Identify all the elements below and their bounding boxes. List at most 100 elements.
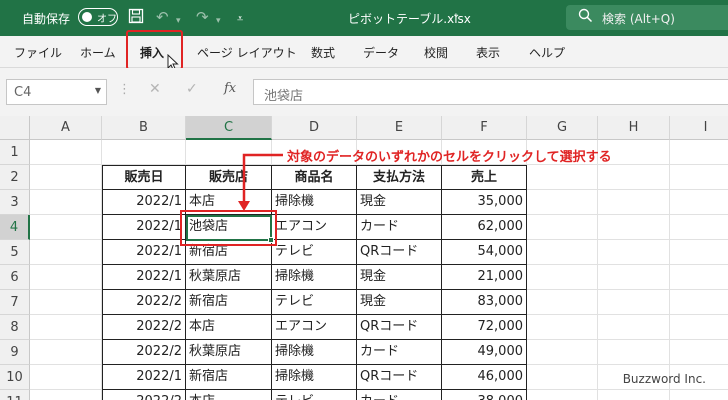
column-header-a[interactable]: A (30, 116, 102, 140)
cell-store[interactable]: 新宿店 (186, 365, 272, 390)
undo-icon[interactable]: ↶ (156, 8, 169, 26)
cell[interactable] (30, 290, 102, 315)
cell-product[interactable]: テレビ (272, 290, 357, 315)
cell-date[interactable]: 2022/2 (102, 315, 186, 340)
cell-store[interactable]: 池袋店 (186, 215, 272, 240)
column-header-e[interactable]: E (357, 116, 442, 140)
cell-date[interactable]: 2022/1 (102, 215, 186, 240)
cell[interactable] (527, 290, 598, 315)
cell[interactable] (670, 190, 728, 215)
cell-product[interactable]: エアコン (272, 215, 357, 240)
tab-page-layout[interactable]: ページ レイアウト (197, 44, 297, 61)
cell[interactable] (30, 140, 102, 165)
cell-product[interactable]: テレビ (272, 240, 357, 265)
table-header-sales[interactable]: 売上 (442, 165, 527, 190)
row-header[interactable]: 9 (0, 340, 30, 365)
cell[interactable] (527, 240, 598, 265)
row-header[interactable]: 10 (0, 365, 30, 390)
row-header[interactable]: 3 (0, 190, 30, 215)
cell-payment[interactable]: QRコード (357, 365, 442, 390)
cell[interactable] (670, 165, 728, 190)
cell-payment[interactable]: カード (357, 390, 442, 400)
cell-date[interactable]: 2022/2 (102, 390, 186, 400)
tab-help[interactable]: ヘルプ (529, 44, 565, 61)
cell-date[interactable]: 2022/1 (102, 190, 186, 215)
cell-store[interactable]: 新宿店 (186, 240, 272, 265)
cell-payment[interactable]: 現金 (357, 265, 442, 290)
cell-sales[interactable]: 38,000 (442, 390, 527, 400)
column-header-c[interactable]: C (186, 116, 272, 140)
row-header[interactable]: 6 (0, 265, 30, 290)
cell-store[interactable]: 本店 (186, 390, 272, 400)
chevron-down-icon[interactable]: ⌄ (452, 9, 460, 20)
cell-date[interactable]: 2022/1 (102, 265, 186, 290)
cancel-icon[interactable]: ✕ (149, 81, 161, 97)
column-header-b[interactable]: B (102, 116, 186, 140)
column-header-f[interactable]: F (442, 116, 527, 140)
cell[interactable] (527, 215, 598, 240)
tab-file[interactable]: ファイル (14, 44, 62, 61)
cell[interactable] (598, 290, 670, 315)
row-header[interactable]: 11 (0, 390, 30, 400)
cell[interactable] (527, 190, 598, 215)
cell-sales[interactable]: 72,000 (442, 315, 527, 340)
table-header-date[interactable]: 販売日 (102, 165, 186, 190)
cell-sales[interactable]: 21,000 (442, 265, 527, 290)
cell-product[interactable]: 掃除機 (272, 265, 357, 290)
cell[interactable] (670, 315, 728, 340)
select-all-corner[interactable] (0, 116, 30, 140)
row-header[interactable]: 7 (0, 290, 30, 315)
row-header-selected[interactable]: 4 (0, 215, 30, 240)
cell[interactable] (598, 240, 670, 265)
cell-date[interactable]: 2022/2 (102, 340, 186, 365)
cell[interactable] (527, 365, 598, 390)
cell-sales[interactable]: 54,000 (442, 240, 527, 265)
cell-payment[interactable]: カード (357, 215, 442, 240)
redo-icon[interactable]: ↷ (196, 8, 209, 26)
cell[interactable] (30, 240, 102, 265)
cell-payment[interactable]: 現金 (357, 190, 442, 215)
cell-payment[interactable]: 現金 (357, 290, 442, 315)
cell-product[interactable]: 掃除機 (272, 365, 357, 390)
more-options-icon[interactable]: ⋮ (118, 82, 131, 97)
tab-data[interactable]: データ (363, 44, 399, 61)
cell-store[interactable]: 秋葉原店 (186, 265, 272, 290)
cell-sales[interactable]: 49,000 (442, 340, 527, 365)
autosave-toggle[interactable]: オフ (78, 8, 118, 26)
row-header[interactable]: 1 (0, 140, 30, 165)
name-box[interactable]: C4 ▼ (6, 79, 107, 105)
cell-product[interactable]: 掃除機 (272, 190, 357, 215)
column-header-g[interactable]: G (527, 116, 598, 140)
cell[interactable] (30, 365, 102, 390)
cell[interactable] (30, 315, 102, 340)
cell[interactable] (527, 315, 598, 340)
cell[interactable] (527, 265, 598, 290)
row-header[interactable]: 2 (0, 165, 30, 190)
cell[interactable] (670, 390, 728, 400)
cell[interactable] (598, 315, 670, 340)
undo-dropdown-icon[interactable]: ▾ (176, 12, 181, 30)
cell[interactable] (598, 265, 670, 290)
cell-payment[interactable]: QRコード (357, 240, 442, 265)
cell-product[interactable]: テレビ (272, 390, 357, 400)
cell-product[interactable]: 掃除機 (272, 340, 357, 365)
search-box[interactable]: 検索 (Alt+Q) (566, 5, 728, 30)
cell[interactable] (527, 165, 598, 190)
column-header-h[interactable]: H (598, 116, 670, 140)
cell[interactable] (598, 390, 670, 400)
cell[interactable] (670, 215, 728, 240)
row-header[interactable]: 8 (0, 315, 30, 340)
tab-formulas[interactable]: 数式 (311, 44, 335, 61)
cell[interactable] (598, 215, 670, 240)
cell-sales[interactable]: 35,000 (442, 190, 527, 215)
cell[interactable] (186, 140, 272, 165)
cell[interactable] (30, 215, 102, 240)
cell[interactable] (102, 140, 186, 165)
cell-date[interactable]: 2022/1 (102, 365, 186, 390)
cell[interactable] (670, 290, 728, 315)
redo-dropdown-icon[interactable]: ▾ (216, 12, 221, 30)
cell[interactable] (30, 190, 102, 215)
table-header-payment[interactable]: 支払方法 (357, 165, 442, 190)
cell-sales[interactable]: 83,000 (442, 290, 527, 315)
cell-sales[interactable]: 62,000 (442, 215, 527, 240)
